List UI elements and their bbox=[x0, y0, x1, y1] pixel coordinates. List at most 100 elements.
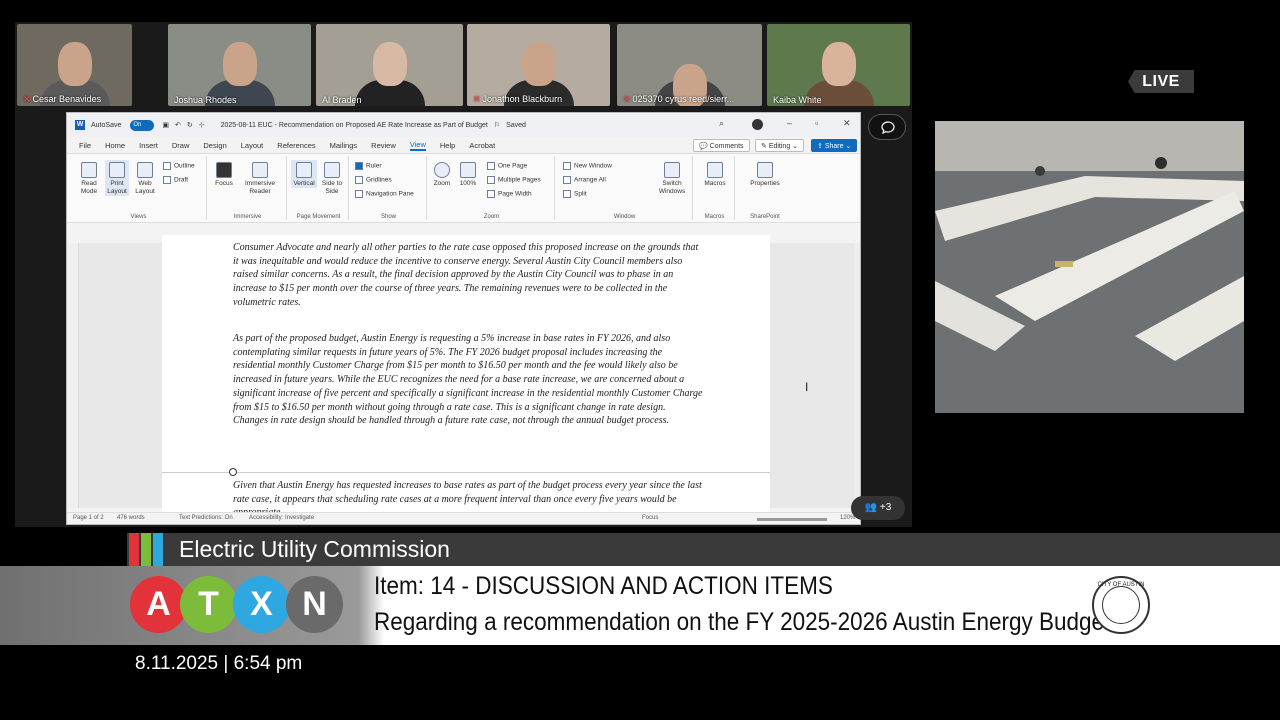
document-page[interactable]: Consumer Advocate and nearly all other p… bbox=[162, 235, 770, 518]
autosave-toggle[interactable]: On bbox=[130, 119, 155, 131]
print-layout-button[interactable]: Print Layout bbox=[105, 160, 129, 196]
menu-help[interactable]: Help bbox=[440, 141, 455, 150]
text-predictions[interactable]: Text Predictions: On bbox=[179, 515, 233, 521]
item-banner: A T X N Item: 14 - DISCUSSION AND ACTION… bbox=[0, 566, 1280, 645]
participant-tile[interactable]: Joshua Rhodes bbox=[168, 24, 311, 106]
participant-tile[interactable]: ✕ 025370 cyrus reed/sierr... bbox=[617, 24, 762, 106]
paragraph-1[interactable]: Consumer Advocate and nearly all other p… bbox=[233, 241, 703, 310]
show-group: Ruler Gridlines Navigation Pane Show bbox=[351, 156, 427, 220]
menu-layout[interactable]: Layout bbox=[241, 141, 264, 150]
draft-button[interactable]: Draft bbox=[163, 176, 188, 184]
checkbox-checked-icon bbox=[355, 162, 363, 170]
redo-icon[interactable]: ↻ bbox=[187, 121, 193, 129]
vertical-scrollbar[interactable] bbox=[854, 243, 860, 508]
zoom-group-label: Zoom bbox=[483, 214, 500, 220]
people-icon: 👥 bbox=[864, 502, 878, 513]
page-count[interactable]: Page 1 of 2 bbox=[73, 515, 104, 521]
account-avatar[interactable] bbox=[752, 119, 763, 130]
focus-button[interactable]: Focus bbox=[213, 162, 235, 188]
share-button[interactable]: ⇪ Share ⌄ bbox=[811, 139, 858, 152]
immersive-reader-button[interactable]: Immersive Reader bbox=[239, 162, 281, 196]
new-window-button[interactable]: New Window bbox=[563, 162, 612, 170]
one-page-button[interactable]: One Page bbox=[487, 162, 527, 170]
views-group-label: Views bbox=[130, 214, 147, 220]
switch-windows-button[interactable]: Switch Windows bbox=[653, 162, 691, 196]
ruler-checkbox[interactable]: Ruler bbox=[355, 162, 382, 170]
comments-button[interactable]: 💬 Comments bbox=[693, 139, 750, 152]
brand-stripes bbox=[127, 533, 167, 566]
participant-tile[interactable]: ✕ Jonathon Blackburn bbox=[467, 24, 610, 106]
document-area[interactable]: Consumer Advocate and nearly all other p… bbox=[67, 235, 860, 518]
zoom-slider[interactable] bbox=[757, 518, 827, 521]
multiple-pages-button[interactable]: Multiple Pages bbox=[487, 176, 541, 184]
macros-button[interactable]: Macros bbox=[701, 162, 729, 188]
menu-home[interactable]: Home bbox=[105, 141, 125, 150]
sensitivity-icon[interactable]: ⚐ bbox=[494, 121, 500, 129]
navigation-pane-checkbox[interactable]: Navigation Pane bbox=[355, 190, 414, 198]
participant-tile[interactable]: ✕ Cesar Benavides bbox=[17, 24, 132, 106]
atxn-logo-t: T bbox=[180, 576, 237, 633]
menu-insert[interactable]: Insert bbox=[139, 141, 158, 150]
minimize-icon[interactable]: – bbox=[787, 118, 792, 128]
participant-tile[interactable]: Al Braden bbox=[316, 24, 463, 106]
menu-acrobat[interactable]: Acrobat bbox=[469, 141, 495, 150]
live-badge: LIVE bbox=[1128, 70, 1194, 93]
immersive-group-label: Immersive bbox=[233, 214, 262, 220]
zoom-button[interactable]: Zoom bbox=[431, 162, 453, 188]
search-icon[interactable]: ⌕ bbox=[719, 118, 724, 129]
word-count[interactable]: 476 words bbox=[117, 515, 145, 521]
menu-draw[interactable]: Draw bbox=[172, 141, 190, 150]
paragraph-2[interactable]: As part of the proposed budget, Austin E… bbox=[233, 332, 703, 428]
multiple-pages-icon bbox=[487, 176, 495, 184]
chat-button[interactable] bbox=[868, 114, 906, 140]
page-width-button[interactable]: Page Width bbox=[487, 190, 532, 198]
properties-icon bbox=[757, 162, 773, 178]
split-icon bbox=[563, 190, 571, 198]
agenda-item: Item: 14 - DISCUSSION AND ACTION ITEMS bbox=[374, 572, 833, 600]
menu-view[interactable]: View bbox=[409, 140, 426, 151]
split-button[interactable]: Split bbox=[563, 190, 587, 198]
arrange-all-icon bbox=[563, 176, 571, 184]
status-bar: Page 1 of 2 476 words Text Predictions: … bbox=[67, 512, 860, 524]
zoom-100-button[interactable]: 100% bbox=[457, 162, 479, 188]
save-icon[interactable]: ▣ bbox=[162, 121, 169, 129]
menu-review[interactable]: Review bbox=[371, 141, 396, 150]
menu-mailings[interactable]: Mailings bbox=[330, 141, 358, 150]
vertical-button[interactable]: Vertical bbox=[291, 160, 317, 188]
atxn-logo-x: X bbox=[233, 576, 290, 633]
undo-icon[interactable]: ↶ bbox=[175, 121, 181, 129]
print-layout-icon bbox=[109, 162, 125, 178]
arrange-all-button[interactable]: Arrange All bbox=[563, 176, 606, 184]
read-mode-button[interactable]: Read Mode bbox=[77, 162, 101, 196]
properties-button[interactable]: Properties bbox=[743, 162, 787, 188]
web-layout-button[interactable]: Web Layout bbox=[133, 162, 157, 196]
maximize-icon[interactable]: ▫ bbox=[815, 118, 818, 128]
menu-references[interactable]: References bbox=[277, 141, 315, 150]
focus-mode[interactable]: Focus bbox=[642, 515, 658, 521]
more-participants-button[interactable]: 👥 +3 bbox=[851, 496, 905, 520]
switch-windows-icon bbox=[664, 162, 680, 178]
ribbon: Read Mode Print Layout Web Layout Outlin… bbox=[67, 153, 860, 223]
participant-name: Kaiba White bbox=[773, 95, 822, 105]
sharepoint-group: Properties SharePoint bbox=[737, 156, 793, 220]
outline-button[interactable]: Outline bbox=[163, 162, 195, 170]
mic-muted-icon: ✕ bbox=[623, 94, 631, 104]
menu-design[interactable]: Design bbox=[203, 141, 226, 150]
participant-tile[interactable]: Kaiba White bbox=[767, 24, 910, 106]
window-group: New Window Arrange All Split Switch Wind… bbox=[557, 156, 693, 220]
mic-muted-icon: ✕ bbox=[473, 94, 481, 104]
participant-name: ✕ Jonathon Blackburn bbox=[473, 94, 563, 104]
menu-file[interactable]: File bbox=[79, 141, 91, 150]
read-mode-icon bbox=[81, 162, 97, 178]
word-window: W AutoSave On ▣ ↶ ↻ ⊹ 2025-08-11 EUC - R… bbox=[66, 112, 861, 525]
customize-icon[interactable]: ⊹ bbox=[199, 121, 205, 129]
city-seal-icon: CITY OF AUSTIN bbox=[1092, 576, 1150, 634]
participant-name: Joshua Rhodes bbox=[174, 95, 237, 105]
close-icon[interactable]: ✕ bbox=[843, 118, 851, 129]
checkbox-icon bbox=[355, 176, 363, 184]
side-to-side-button[interactable]: Side to Side bbox=[319, 162, 345, 196]
editing-mode-button[interactable]: ✎ Editing ⌄ bbox=[755, 139, 805, 152]
accessibility-status[interactable]: Accessibility: Investigate bbox=[249, 515, 314, 521]
gridlines-checkbox[interactable]: Gridlines bbox=[355, 176, 392, 184]
vertical-ruler bbox=[67, 243, 79, 508]
